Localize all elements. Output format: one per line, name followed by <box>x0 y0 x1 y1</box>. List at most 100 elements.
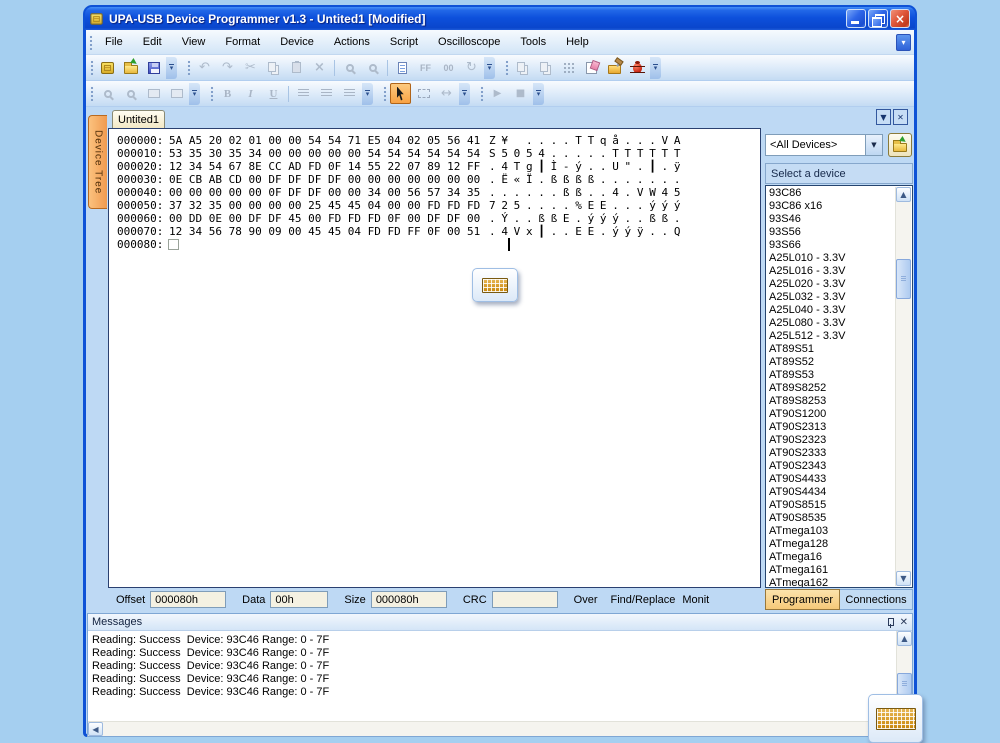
stop-button[interactable]: ■ <box>510 83 531 104</box>
hex-bytes[interactable]: 5A A5 20 02 01 00 00 54 54 71 E5 04 02 0… <box>169 134 480 147</box>
underline-button[interactable]: U <box>263 83 284 104</box>
data-field[interactable] <box>270 591 329 608</box>
device-tree-tab[interactable]: Device Tree <box>88 115 107 209</box>
document-tab[interactable]: Untited1 <box>112 110 165 129</box>
device-list-item[interactable]: AT90S2313 <box>769 421 912 434</box>
hex-ascii[interactable]: .Ý..ßßE.ýýý..ßß. <box>489 212 686 225</box>
device-list-scrollbar[interactable]: ▲ ▼ <box>895 187 911 586</box>
new-buffer-button[interactable] <box>97 57 118 78</box>
menu-item[interactable]: Format <box>215 33 270 51</box>
menubar-grip[interactable] <box>89 34 93 50</box>
device-list-item[interactable]: 93S66 <box>769 239 912 252</box>
cut-button[interactable]: ✂ <box>240 57 261 78</box>
hex-row[interactable]: 000050: 37 32 35 00 00 00 00 25 45 45 04… <box>109 199 760 212</box>
open-button[interactable] <box>120 57 141 78</box>
messages-header[interactable]: Messages ✕ <box>88 614 912 631</box>
titlebar[interactable]: UPA-USB Device Programmer v1.3 - Untited… <box>85 7 915 30</box>
device-list-item[interactable]: A25L010 - 3.3V <box>769 252 912 265</box>
device-list-item[interactable]: ATmega162 <box>769 577 912 587</box>
hex-row[interactable]: 000010: 53 35 30 35 34 00 00 00 00 00 54… <box>109 147 760 160</box>
hex-bytes[interactable]: 12 34 54 67 8E CC AD FD 0F 14 55 22 07 8… <box>169 160 480 173</box>
italic-button[interactable]: I <box>240 83 261 104</box>
size-field[interactable] <box>370 591 447 608</box>
find-previous-button[interactable] <box>362 57 383 78</box>
notes-button[interactable] <box>581 57 602 78</box>
messages-close-button[interactable]: ✕ <box>900 617 908 628</box>
hex-bytes[interactable]: 0E CB AB CD 00 DF DF DF DF 00 00 00 00 0… <box>169 173 480 186</box>
device-list-item[interactable]: A25L080 - 3.3V <box>769 317 912 330</box>
device-list-item[interactable]: 93C86 <box>769 187 912 200</box>
device-list-item[interactable]: ATmega161 <box>769 564 912 577</box>
toolbar-grip[interactable] <box>505 60 509 75</box>
device-list-item[interactable]: 93C86 x16 <box>769 200 912 213</box>
device-list-item[interactable]: AT89S8253 <box>769 395 912 408</box>
menu-item[interactable]: Oscilloscope <box>428 33 510 51</box>
device-list[interactable]: 93C86 93C86 x16 93S46 93S56 93S66 A25L010 - 3… <box>765 185 913 588</box>
save-button[interactable] <box>143 57 164 78</box>
device-list-item[interactable]: 93S46 <box>769 213 912 226</box>
undo-button[interactable]: ↶ <box>194 57 215 78</box>
messages-hscrollbar[interactable]: ◀ <box>88 721 896 736</box>
scroll-thumb[interactable] <box>896 259 911 299</box>
find-replace-indicator[interactable]: Find/Replace <box>611 594 676 606</box>
hex-row-last[interactable]: 000080: <box>109 238 760 251</box>
bold-button[interactable]: B <box>217 83 238 104</box>
close-button[interactable]: × <box>890 9 910 28</box>
hex-row[interactable]: 000040: 00 00 00 00 00 0F DF DF 00 00 34… <box>109 186 760 199</box>
menu-item[interactable]: File <box>95 33 133 51</box>
menu-item[interactable]: Tools <box>510 33 556 51</box>
fill-00-button[interactable]: 00 <box>438 57 459 78</box>
toolbar-options-chevron[interactable]: ▾ <box>189 82 200 105</box>
hex-row[interactable]: 000030: 0E CB AB CD 00 DF DF DF DF 00 00… <box>109 173 760 186</box>
device-list-item[interactable]: AT90S4434 <box>769 486 912 499</box>
device-list-item[interactable]: AT90S2323 <box>769 434 912 447</box>
run-button[interactable]: ▶ <box>487 83 508 104</box>
toolbar-grip[interactable] <box>210 86 214 101</box>
device-list-item[interactable]: A25L040 - 3.3V <box>769 304 912 317</box>
restore-button[interactable] <box>868 9 888 28</box>
align-center-button[interactable] <box>316 83 337 104</box>
hex-row[interactable]: 000000: 5A A5 20 02 01 00 00 54 54 71 E5… <box>109 134 760 147</box>
toolbar-grip[interactable] <box>480 86 484 101</box>
menubar-overflow-button[interactable]: ▾ <box>896 33 911 51</box>
redo-button[interactable]: ↷ <box>217 57 238 78</box>
tab-connections[interactable]: Connections <box>840 589 913 610</box>
copy-button[interactable] <box>263 57 284 78</box>
hex-ascii[interactable]: .Ë«Ï.ßßßß....... <box>489 173 686 186</box>
toolbar-options-chevron[interactable]: ▾ <box>650 56 661 79</box>
find-next-button[interactable] <box>339 57 360 78</box>
align-right-button[interactable] <box>339 83 360 104</box>
menu-item[interactable]: Help <box>556 33 599 51</box>
hex-editor[interactable]: 000000: 5A A5 20 02 01 00 00 54 54 71 E5… <box>108 128 761 588</box>
virtual-keyboard-button[interactable] <box>472 268 518 302</box>
device-list-item[interactable]: AT89S52 <box>769 356 912 369</box>
scroll-down-button[interactable]: ▼ <box>896 571 911 586</box>
refresh-button[interactable]: ↻ <box>461 57 482 78</box>
device-list-item[interactable]: AT90S1200 <box>769 408 912 421</box>
device-list-item[interactable]: ATmega16 <box>769 551 912 564</box>
hex-ascii[interactable]: 725....%EE...ýýý <box>489 199 686 212</box>
open-device-button[interactable] <box>888 133 912 157</box>
device-filter-combo[interactable]: <All Devices> ▼ <box>765 134 883 156</box>
tab-programmer[interactable]: Programmer <box>765 589 840 610</box>
hex-ascii[interactable]: .4Tg┃Ì-ý..U".┃.ÿ <box>489 160 686 173</box>
monitor-indicator[interactable]: Monit <box>682 594 709 606</box>
zoom-area-button[interactable] <box>413 83 434 104</box>
toolbar-options-chevron[interactable]: ▾ <box>533 82 544 105</box>
zoom-fit-button[interactable] <box>143 83 164 104</box>
device-list-item[interactable]: AT90S8535 <box>769 512 912 525</box>
minimize-button[interactable] <box>846 9 866 28</box>
hex-bytes[interactable]: 12 34 56 78 90 09 00 45 45 04 FD FD FF 0… <box>169 225 480 238</box>
toolbar-grip[interactable] <box>383 86 387 101</box>
menu-item[interactable]: Actions <box>324 33 380 51</box>
crc-field[interactable] <box>491 591 558 608</box>
device-list-item[interactable]: ATmega103 <box>769 525 912 538</box>
scroll-up-button[interactable]: ▲ <box>897 631 912 646</box>
toolbar-options-chevron[interactable]: ▾ <box>459 82 470 105</box>
toolbar-options-chevron[interactable]: ▾ <box>362 82 373 105</box>
device-list-item[interactable]: AT90S2333 <box>769 447 912 460</box>
scroll-left-button[interactable]: ◀ <box>88 722 103 736</box>
menu-item[interactable]: View <box>172 33 216 51</box>
zoom-expand-button[interactable] <box>166 83 187 104</box>
toolbar-options-chevron[interactable]: ▾ <box>166 56 177 79</box>
